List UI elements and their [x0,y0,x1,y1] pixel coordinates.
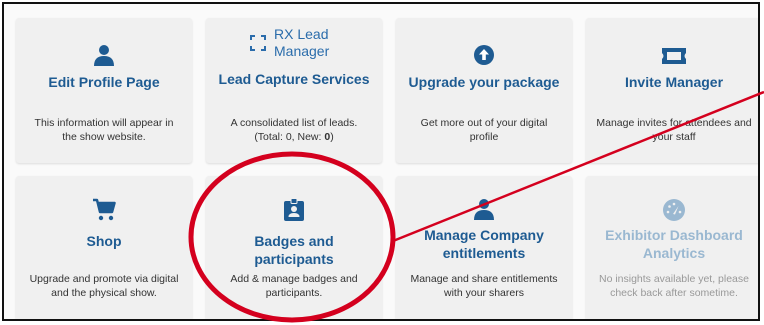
invite-manager-card[interactable]: Invite Manager Manage invites for attend… [586,18,758,163]
card-description: Manage and share entitlements with your … [410,273,558,299]
badge-icon [206,198,382,222]
card-title: Edit Profile Page [48,74,160,90]
card-description: No insights available yet, please check … [598,273,749,299]
card-description: This information will appear in the show… [34,117,174,143]
lead-capture-card[interactable]: RX Lead Manager Lead Capture Services A … [206,18,382,163]
card-description: A consolidated list of leads. (Total: 0,… [220,116,368,144]
rx-lead-manager-text: RX Lead Manager [274,26,330,59]
upload-circle-icon [396,44,572,66]
card-title: Invite Manager [624,74,724,90]
card-description: Manage invites for attendees and your st… [596,117,752,143]
badges-participants-card[interactable]: Badges and participants Add & manage bad… [206,176,382,319]
speedometer-icon [586,198,758,222]
desc-text: A consolidated list of leads. (Total: 0,… [230,117,358,143]
card-title: Manage Company entitlements [424,227,544,261]
card-title: Exhibitor Dashboard Analytics [605,227,743,261]
desc-suffix: ) [330,131,334,143]
person-icon [16,44,192,66]
dashboard-frame: Edit Profile Page This information will … [2,2,760,321]
card-title: Upgrade your package [408,74,560,90]
card-title: Shop [86,233,122,249]
scan-frame-icon [250,35,266,51]
company-entitlements-card[interactable]: Manage Company entitlements Manage and s… [396,176,572,319]
card-description: Upgrade and promote via digital and the … [29,273,179,299]
upgrade-package-card[interactable]: Upgrade your package Get more out of you… [396,18,572,163]
dashboard-analytics-card: Exhibitor Dashboard Analytics No insight… [586,176,758,319]
card-description: Add & manage badges and participants. [230,273,358,299]
ticket-icon [586,47,758,65]
edit-profile-card[interactable]: Edit Profile Page This information will … [16,18,192,163]
rx-lead-manager-logo: RX Lead Manager [250,26,344,60]
card-description: Get more out of your digital profile [420,117,548,143]
card-title: Lead Capture Services [218,71,370,87]
shopping-cart-icon [16,198,192,222]
person-icon [396,198,572,220]
card-title: Badges and participants [254,233,334,267]
shop-card[interactable]: Shop Upgrade and promote via digital and… [16,176,192,319]
